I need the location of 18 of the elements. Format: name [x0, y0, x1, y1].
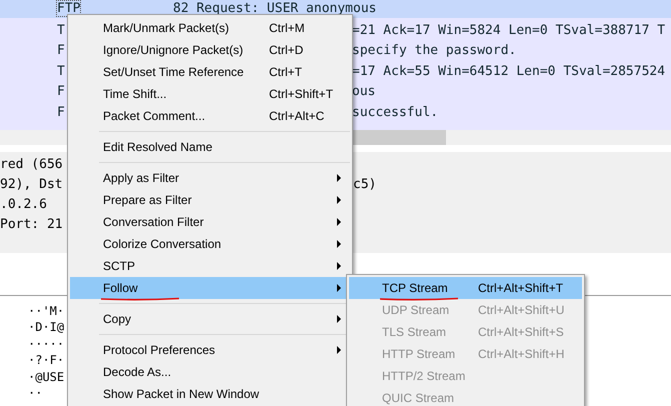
byte-ascii-text: ·····: [28, 336, 64, 351]
protocol-cell: T: [57, 23, 65, 38]
info-cell-text: =17 Ack=55 Win=64512 Len=0 TSval=2857524: [352, 64, 666, 79]
protocol-cell: FTP: [57, 1, 80, 16]
protocol-cell: F: [57, 43, 65, 58]
byte-ascii-text: ·D·I@: [28, 320, 64, 334]
info-cell-text: 82 Request: USER anonymous: [173, 1, 378, 16]
byte-ascii-text: ·@USE: [28, 370, 64, 384]
byte-ascii-text: ··'M·: [28, 304, 64, 318]
protocol-cell: F: [57, 104, 65, 120]
protocol-cell: F: [57, 84, 65, 100]
protocol-cell: T: [57, 64, 65, 79]
info-cell-text: successful.: [352, 104, 440, 120]
info-cell-text: ous: [352, 84, 376, 100]
info-cell-text: specify the password.: [352, 43, 518, 58]
byte-ascii-text: ·?·F·: [28, 353, 64, 368]
info-cell-text: =21 Ack=17 Win=5824 Len=0 TSval=388717 T: [352, 23, 666, 38]
byte-ascii-text: ··: [28, 386, 42, 400]
